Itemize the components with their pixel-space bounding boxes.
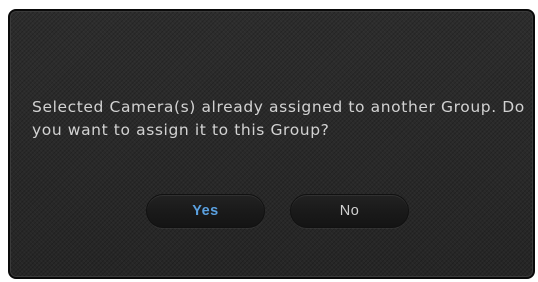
dialog-message: Selected Camera(s) already assigned to a… [32,98,525,139]
yes-button[interactable]: Yes [146,194,265,228]
confirm-dialog: Selected Camera(s) already assigned to a… [8,9,535,279]
no-button[interactable]: No [290,194,409,228]
